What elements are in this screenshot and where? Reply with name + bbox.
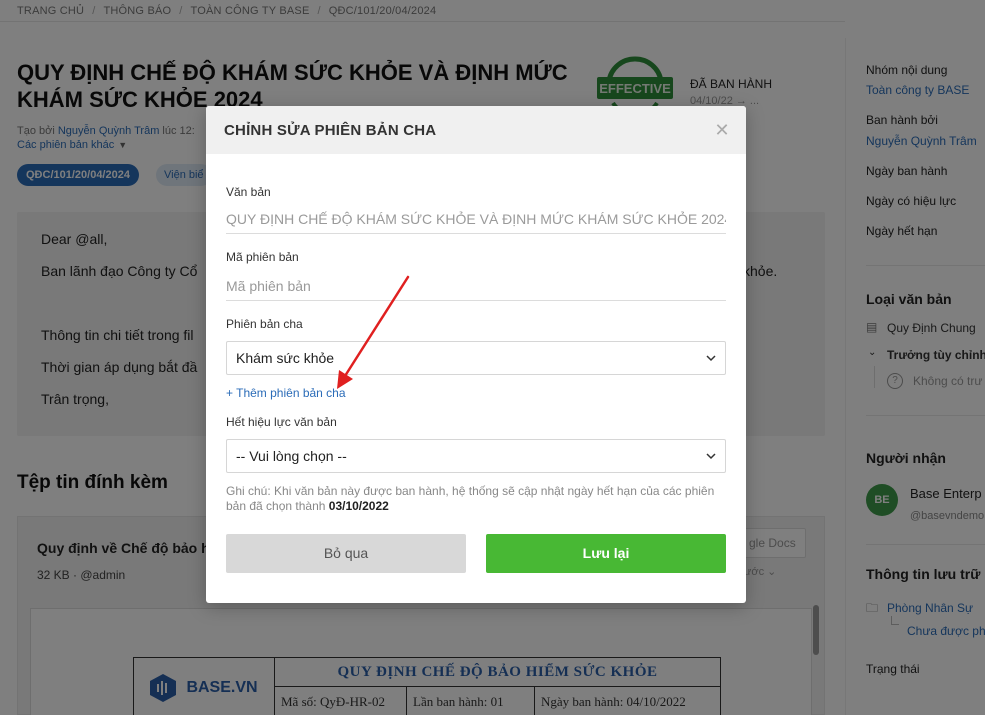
parent-version-label: Phiên bản cha	[226, 317, 303, 331]
parent-version-value: Khám sức khỏe	[236, 350, 335, 366]
chevron-down-icon	[706, 440, 716, 485]
expire-documents-label: Hết hiệu lực văn bản	[226, 415, 337, 429]
expire-documents-select[interactable]: -- Vui lòng chọn --	[226, 439, 726, 473]
modal-header: CHỈNH SỬA PHIÊN BẢN CHA ✕	[206, 106, 746, 154]
edit-parent-version-dialog: CHỈNH SỬA PHIÊN BẢN CHA ✕ Văn bản QUY ĐỊ…	[206, 106, 746, 603]
chevron-down-icon	[706, 342, 716, 387]
parent-version-select[interactable]: Khám sức khỏe	[226, 341, 726, 375]
cancel-button[interactable]: Bỏ qua	[226, 534, 466, 573]
document-field: QUY ĐỊNH CHẾ ĐỘ KHÁM SỨC KHỎE VÀ ĐỊNH MỨ…	[226, 204, 726, 234]
modal-title: CHỈNH SỬA PHIÊN BẢN CHA	[224, 122, 437, 139]
add-parent-version-link[interactable]: + Thêm phiên bản cha	[226, 386, 346, 400]
close-icon[interactable]: ✕	[711, 119, 733, 141]
note-body: Ghi chú: Khi văn bản này được ban hành, …	[226, 484, 715, 513]
document-field-label: Văn bản	[226, 185, 271, 199]
version-code-label: Mã phiên bản	[226, 250, 299, 264]
note-date: 03/10/2022	[328, 499, 389, 513]
save-button[interactable]: Lưu lại	[486, 534, 726, 573]
note-text: Ghi chú: Khi văn bản này được ban hành, …	[226, 484, 726, 514]
expire-documents-value: -- Vui lòng chọn --	[236, 448, 347, 464]
version-code-input[interactable]	[226, 271, 726, 301]
